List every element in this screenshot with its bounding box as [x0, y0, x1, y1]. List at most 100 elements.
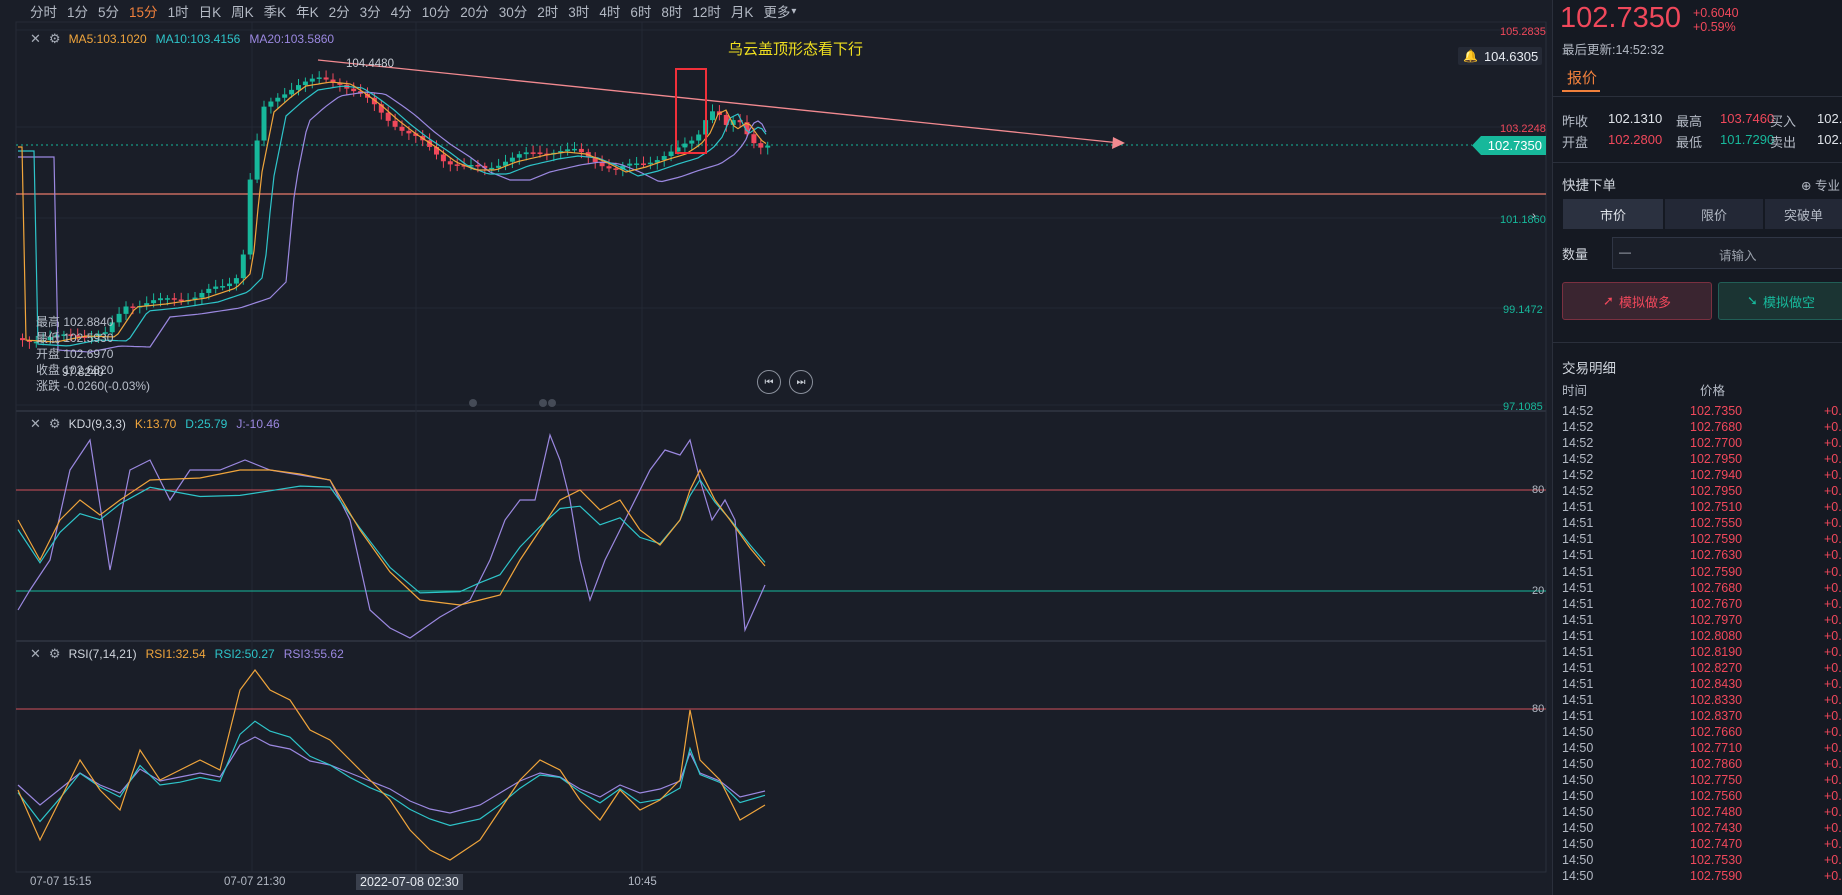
- chevron-right-icon[interactable]: ›: [1532, 210, 1536, 222]
- trade-price: 102.8370: [1690, 708, 1743, 723]
- close-icon[interactable]: ✕: [30, 416, 41, 432]
- trade-change: +0.: [1824, 468, 1842, 483]
- trade-change: +0.: [1824, 692, 1842, 707]
- trade-row: 14:50 102.7530 +0.: [1562, 852, 1842, 868]
- trade-price: 102.7350: [1690, 404, 1743, 418]
- ma20-label: MA20:103.5860: [249, 32, 335, 46]
- trade-change: +0.: [1824, 773, 1842, 788]
- close-icon[interactable]: ✕: [30, 31, 41, 47]
- candle: [516, 154, 522, 158]
- trade-time: 14:51: [1562, 644, 1594, 659]
- trade-change: +0.: [1824, 436, 1842, 451]
- settings-icon[interactable]: ⚙: [49, 31, 61, 47]
- candle: [261, 106, 267, 141]
- candle: [509, 157, 515, 162]
- trade-row: 14:52 102.7950 +0.: [1562, 483, 1842, 499]
- candle: [523, 152, 529, 155]
- trade-time: 14:51: [1562, 516, 1594, 531]
- col-price: 价格: [1700, 384, 1726, 398]
- qty-label: 数量: [1562, 247, 1589, 262]
- order-type-limit[interactable]: 限价: [1665, 199, 1763, 229]
- order-type-breakout[interactable]: 突破单: [1765, 199, 1842, 229]
- divider: [1552, 162, 1842, 163]
- candle: [123, 306, 129, 314]
- rsi3: RSI3:55.62: [283, 647, 344, 661]
- candle: [316, 77, 322, 79]
- qty-input[interactable]: — 请输入: [1612, 237, 1842, 269]
- qty-minus-button[interactable]: —: [1619, 245, 1631, 259]
- trade-change: +0.: [1824, 532, 1842, 547]
- col-time: 时间: [1562, 384, 1588, 398]
- trade-time: 14:52: [1562, 404, 1594, 418]
- candle: [758, 143, 764, 148]
- trade-price: 102.7680: [1690, 420, 1743, 435]
- candle: [254, 140, 260, 180]
- candle: [282, 94, 288, 98]
- candle: [178, 299, 184, 302]
- trade-time: 14:50: [1562, 869, 1594, 884]
- marker-icon: [539, 399, 547, 407]
- trade-change: +0.: [1824, 500, 1842, 515]
- trade-row: 14:51 102.7590 +0.: [1562, 531, 1842, 547]
- trade-change: +0.: [1824, 789, 1842, 804]
- trade-time: 14:50: [1562, 757, 1594, 772]
- quote-value-open: 102.2800: [1608, 132, 1663, 147]
- kdj-level-80: 80: [1532, 484, 1545, 496]
- chart-canvas[interactable]: [0, 0, 1548, 895]
- candle: [565, 149, 571, 152]
- candle: [689, 140, 695, 144]
- trade-price: 102.7970: [1690, 612, 1743, 627]
- trade-change: +0.: [1824, 612, 1842, 627]
- kdj-d-line: [17, 478, 766, 594]
- axis-price-2: 103.2248: [1500, 123, 1546, 135]
- buy-long-button[interactable]: ➚ 模拟做多: [1562, 282, 1712, 320]
- trade-row: 14:50 102.7470 +0.: [1562, 836, 1842, 852]
- trade-price: 102.7660: [1690, 725, 1743, 739]
- trade-row: 14:51 102.8080 +0.: [1562, 628, 1842, 644]
- ma5-label: MA5:103.1020: [68, 32, 147, 46]
- candle: [323, 77, 329, 80]
- settings-icon[interactable]: ⚙: [49, 416, 61, 432]
- pro-mode-toggle[interactable]: ⊕ 专业: [1801, 175, 1840, 194]
- trend-line: [317, 59, 1121, 144]
- tab-quote[interactable]: 报价: [1567, 67, 1597, 88]
- candle: [206, 288, 212, 293]
- trade-row: 14:52 102.7680 +0.: [1562, 419, 1842, 435]
- trade-change: +0.: [1824, 564, 1842, 579]
- marker-icon: [469, 399, 477, 407]
- close-icon[interactable]: ✕: [30, 646, 41, 662]
- trade-time: 14:51: [1562, 596, 1594, 611]
- trade-row: 14:51 102.7680 +0.: [1562, 580, 1842, 596]
- trade-time: 14:51: [1562, 532, 1594, 547]
- trade-row: 14:51 102.8330 +0.: [1562, 692, 1842, 708]
- candle: [606, 166, 612, 169]
- marker-icon: [548, 399, 556, 407]
- candle: [158, 298, 163, 301]
- time-label-2: 07-07 21:30: [224, 876, 286, 888]
- trade-row: 14:51 102.8370 +0.: [1562, 708, 1842, 724]
- order-type-market[interactable]: 市价: [1563, 199, 1663, 229]
- candle: [496, 165, 502, 168]
- arrow-down-icon: ➘: [1747, 293, 1758, 308]
- alert-price-tag[interactable]: 🔔 104.6305: [1458, 47, 1542, 65]
- trade-time: 14:50: [1562, 725, 1594, 739]
- trade-row: 14:50 102.7660 +0.: [1562, 724, 1842, 740]
- candle: [440, 154, 446, 162]
- trade-price: 102.7670: [1690, 596, 1743, 611]
- rsi1-line: [17, 669, 766, 861]
- skip-forward-icon[interactable]: ⏭: [789, 370, 813, 394]
- tab-underline: [1562, 90, 1600, 92]
- candle: [268, 101, 274, 107]
- trade-price: 102.7940: [1690, 468, 1743, 483]
- candle: [302, 81, 308, 86]
- kdj-d: D:25.79: [185, 417, 228, 431]
- trade-price: 102.7700: [1690, 436, 1743, 451]
- trade-price: 102.7680: [1690, 580, 1743, 595]
- settings-icon[interactable]: ⚙: [49, 646, 61, 662]
- candle: [151, 300, 157, 304]
- trade-change: +0.: [1824, 644, 1842, 659]
- trade-row: 14:51 102.7630 +0.: [1562, 547, 1842, 563]
- candle: [454, 164, 460, 166]
- sell-short-button[interactable]: ➘ 模拟做空: [1718, 282, 1842, 320]
- skip-back-icon[interactable]: ⏮: [757, 370, 781, 394]
